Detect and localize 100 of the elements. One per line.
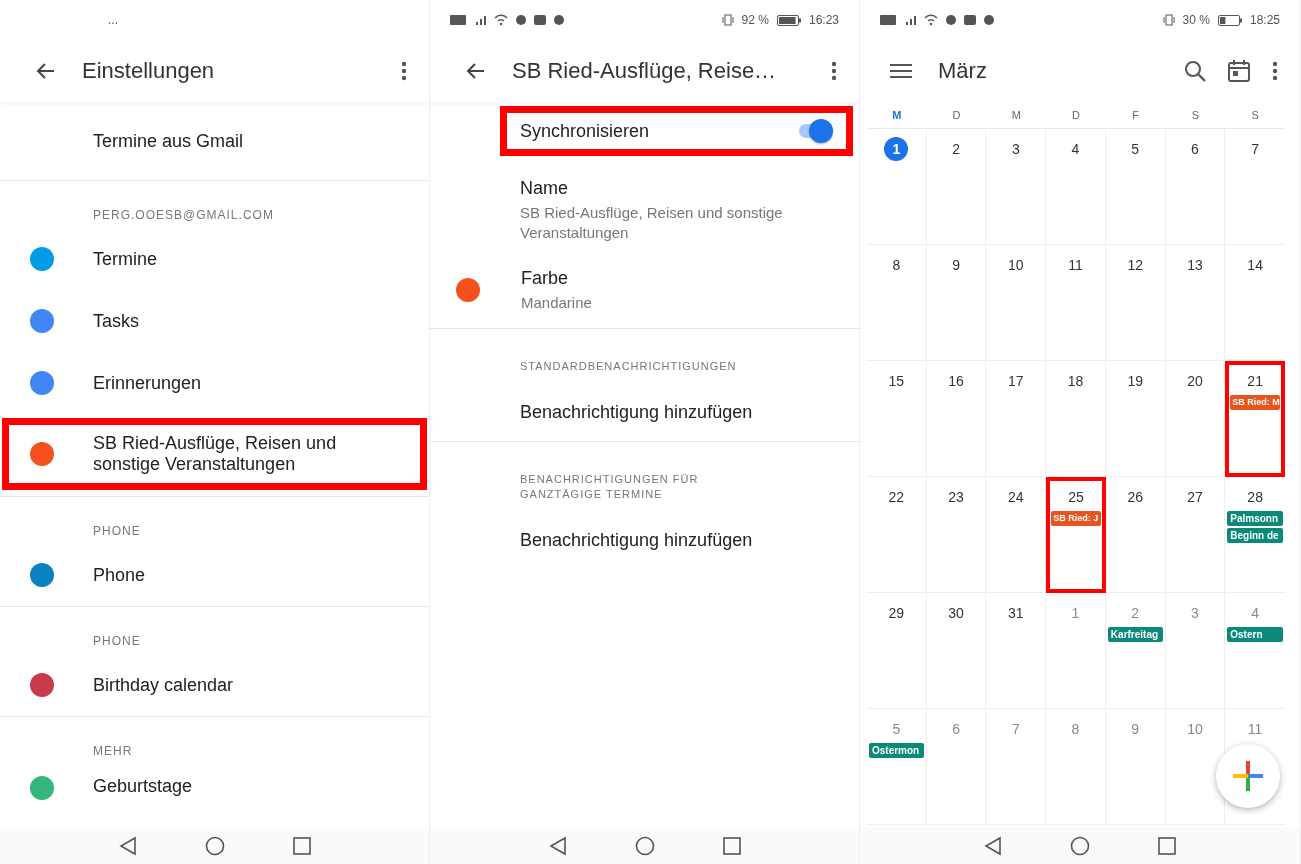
day-number[interactable]: 9 (944, 253, 969, 277)
add-notification-link[interactable]: Benachrichtigung hinzufügen (430, 502, 859, 569)
weekday-label: M (891, 109, 903, 121)
event-chip[interactable]: SB Ried: J (1051, 511, 1101, 526)
calendar-item[interactable]: Tasks (0, 290, 429, 352)
back-icon[interactable] (118, 836, 137, 856)
notification-icon (984, 15, 994, 25)
calendar-item[interactable]: Termine (0, 228, 429, 290)
color-setting[interactable]: Farbe Mandarine (430, 252, 859, 329)
day-number[interactable]: 5 (1123, 137, 1148, 161)
section-heading: BENACHRICHTIGUNGEN FÜR GANZTÄGIGE TERMINE (519, 472, 700, 502)
day-number[interactable]: 1 (884, 137, 909, 161)
weekday-label: M (1010, 109, 1022, 121)
event-chip[interactable]: SB Ried: M (1230, 395, 1280, 410)
calendar-item[interactable]: Erinnerungen (0, 352, 429, 414)
calendar-item[interactable]: Birthday calendar (0, 654, 429, 716)
volte-icon (450, 14, 466, 26)
home-icon[interactable] (634, 836, 655, 856)
weekday-label: D (951, 109, 962, 121)
notification-icon (946, 15, 956, 25)
day-number[interactable]: 5 (884, 717, 909, 741)
more-icon[interactable] (1272, 61, 1278, 81)
day-number[interactable]: 24 (1003, 485, 1028, 509)
day-number[interactable]: 28 (1243, 485, 1268, 509)
day-number[interactable]: 8 (1063, 717, 1088, 741)
battery-percent: 30 % (1182, 13, 1210, 27)
calendar-icon[interactable] (1228, 60, 1250, 82)
day-number[interactable]: 2 (1123, 601, 1148, 625)
recents-icon[interactable] (722, 837, 741, 855)
day-number[interactable]: 6 (1182, 137, 1207, 161)
back-icon[interactable] (548, 836, 567, 856)
day-number[interactable]: 10 (1003, 253, 1028, 277)
day-number[interactable]: 1 (1063, 601, 1088, 625)
event-chip[interactable]: Palmsonn (1227, 511, 1283, 526)
section-heading: STANDARDBENACHRICHTIGUNGEN (519, 359, 738, 374)
calendar-item[interactable]: SB Ried-Ausflüge, Reisen und sonstige Veranstaltungen (0, 416, 429, 492)
day-number[interactable]: 7 (1243, 137, 1268, 161)
day-number[interactable]: 14 (1243, 253, 1268, 277)
day-number[interactable]: 25 (1064, 485, 1088, 509)
settings-item[interactable]: Termine aus Gmail (0, 102, 429, 180)
more-icon[interactable] (401, 61, 407, 81)
event-chip[interactable]: Ostermon (869, 743, 924, 758)
day-number[interactable]: 29 (884, 601, 909, 625)
color-label: Farbe (521, 267, 570, 289)
home-icon[interactable] (204, 836, 225, 856)
day-number[interactable]: 11 (1063, 253, 1088, 277)
day-number[interactable]: 30 (944, 601, 969, 625)
day-number[interactable]: 3 (1182, 601, 1207, 625)
day-number[interactable]: 21 (1243, 369, 1268, 393)
back-arrow-icon[interactable] (466, 61, 486, 81)
search-icon[interactable] (1184, 60, 1206, 82)
day-number[interactable]: 17 (1003, 369, 1028, 393)
back-arrow-icon[interactable] (36, 61, 56, 81)
notification-icon (554, 15, 564, 25)
day-number[interactable]: 7 (1003, 717, 1028, 741)
add-notification-link[interactable]: Benachrichtigung hinzufügen (430, 374, 859, 441)
day-number[interactable]: 26 (1123, 485, 1148, 509)
day-number[interactable]: 27 (1182, 485, 1207, 509)
day-number[interactable]: 4 (1243, 601, 1268, 625)
event-chip[interactable]: Ostern (1227, 627, 1283, 642)
home-icon[interactable] (1070, 836, 1090, 856)
day-number[interactable]: 19 (1123, 369, 1148, 393)
add-button[interactable] (1216, 744, 1280, 808)
day-number[interactable]: 10 (1182, 717, 1207, 741)
sync-label: Synchronisieren (520, 120, 650, 142)
day-number[interactable]: 11 (1243, 717, 1268, 741)
day-number[interactable]: 12 (1123, 253, 1148, 277)
day-number[interactable]: 20 (1182, 369, 1207, 393)
vibrate-icon (721, 14, 734, 26)
day-number[interactable]: 13 (1182, 253, 1207, 277)
day-number[interactable]: 31 (1003, 601, 1028, 625)
day-number[interactable]: 23 (944, 485, 969, 509)
calendar-item[interactable]: Geburtstage (0, 764, 429, 808)
recents-icon[interactable] (1158, 837, 1176, 855)
day-number[interactable]: 15 (884, 369, 909, 393)
day-number[interactable]: 8 (884, 253, 909, 277)
day-number[interactable]: 3 (1003, 137, 1028, 161)
day-number[interactable]: 22 (884, 485, 909, 509)
day-number[interactable]: 18 (1063, 369, 1088, 393)
event-chip[interactable]: Beginn de (1227, 528, 1283, 543)
name-value: SB Ried-Ausflüge, Reisen und sonstige Veranstaltungen (520, 203, 784, 243)
plus-icon (1233, 761, 1263, 791)
day-number[interactable]: 16 (944, 369, 969, 393)
wifi-icon (924, 14, 938, 26)
back-icon[interactable] (984, 836, 1002, 856)
signal-icon (904, 14, 916, 26)
recents-icon[interactable] (292, 837, 311, 855)
calendar-name: Geburtstage (93, 776, 193, 797)
status-time: 18:25 (1249, 13, 1280, 27)
sync-toggle[interactable] (797, 119, 833, 143)
menu-icon[interactable] (890, 63, 912, 79)
day-number[interactable]: 6 (944, 717, 969, 741)
day-number[interactable]: 9 (1123, 717, 1148, 741)
day-number[interactable]: 2 (944, 137, 969, 161)
event-chip[interactable]: Karfreitag (1107, 627, 1163, 642)
more-icon[interactable] (831, 61, 837, 81)
calendar-item[interactable]: Phone (0, 544, 429, 606)
section-heading: PERG.OOESB@GMAIL.COM (0, 180, 429, 228)
day-number[interactable]: 4 (1063, 137, 1088, 161)
battery-icon (1217, 14, 1242, 26)
